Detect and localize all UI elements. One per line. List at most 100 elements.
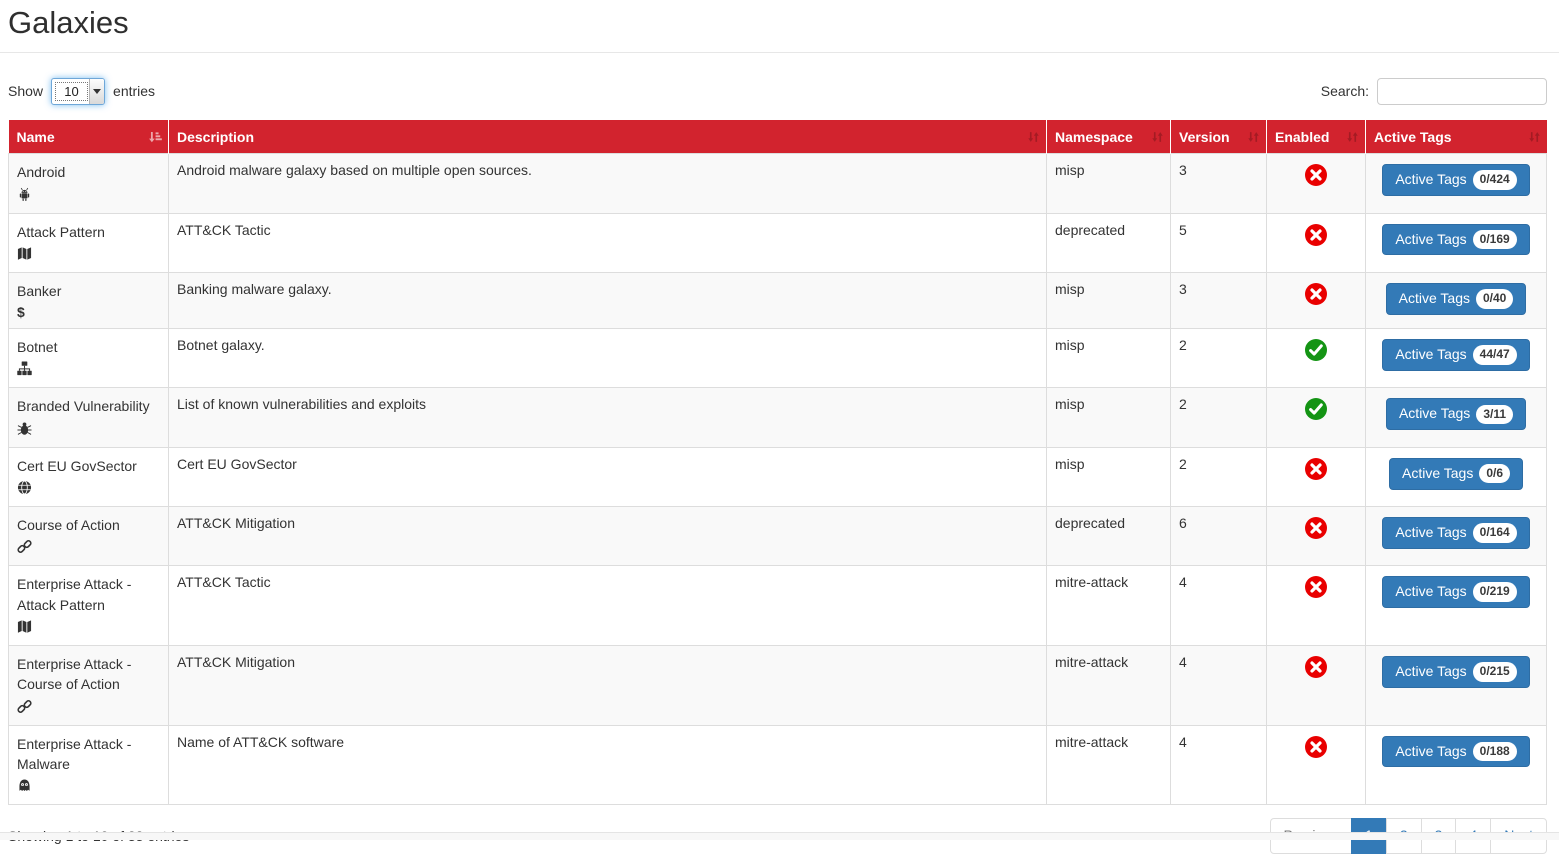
- search-label: Search:: [1321, 83, 1369, 99]
- galaxy-name: Android: [17, 162, 160, 182]
- galaxy-version: 4: [1171, 725, 1267, 805]
- disabled-cross-icon[interactable]: [1305, 164, 1327, 186]
- active-tags-label: Active Tags: [1395, 345, 1466, 365]
- active-tags-label: Active Tags: [1395, 662, 1466, 682]
- galaxy-namespace: misp: [1047, 388, 1171, 447]
- enabled-check-icon[interactable]: [1305, 398, 1327, 420]
- enabled-check-icon[interactable]: [1305, 339, 1327, 361]
- page-title: Galaxies: [8, 4, 1547, 43]
- android-icon: [17, 187, 32, 202]
- active-tags-badge: 0/169: [1473, 230, 1517, 250]
- galaxy-name: Banker: [17, 281, 160, 301]
- galaxy-name: Enterprise Attack - Course of Action: [17, 654, 160, 695]
- galaxy-name: Enterprise Attack - Malware: [17, 734, 160, 775]
- galaxy-description: Android malware galaxy based on multiple…: [169, 154, 1047, 213]
- column-header-enabled[interactable]: Enabled: [1267, 120, 1366, 154]
- galaxy-name: Enterprise Attack - Attack Pattern: [17, 574, 160, 615]
- disabled-cross-icon[interactable]: [1305, 736, 1327, 758]
- sitemap-icon: [17, 361, 32, 376]
- active-tags-button[interactable]: Active Tags 0/169: [1382, 224, 1529, 256]
- galaxy-description: ATT&CK Tactic: [169, 566, 1047, 646]
- disabled-cross-icon[interactable]: [1305, 458, 1327, 480]
- column-header-active-tags[interactable]: Active Tags: [1366, 120, 1547, 154]
- disabled-cross-icon[interactable]: [1305, 517, 1327, 539]
- bug-icon: [17, 421, 32, 436]
- sort-icon: [1151, 130, 1164, 143]
- galaxy-version: 3: [1171, 154, 1267, 213]
- table-row[interactable]: Cert EU GovSector Cert EU GovSector misp…: [9, 447, 1547, 506]
- galaxy-version: 6: [1171, 507, 1267, 566]
- sort-icon: [1346, 130, 1359, 143]
- table-row[interactable]: Banker $ Banking malware galaxy. misp 3 …: [9, 272, 1547, 328]
- table-row[interactable]: Branded Vulnerability List of known vuln…: [9, 388, 1547, 447]
- active-tags-label: Active Tags: [1395, 170, 1466, 190]
- column-header-namespace[interactable]: Namespace: [1047, 120, 1171, 154]
- active-tags-badge: 0/164: [1473, 523, 1517, 543]
- globe-icon: [17, 480, 32, 495]
- active-tags-badge: 0/188: [1473, 742, 1517, 762]
- monster-icon: [17, 778, 32, 793]
- galaxy-namespace: mitre-attack: [1047, 645, 1171, 725]
- map-icon: [17, 246, 32, 261]
- galaxy-namespace: misp: [1047, 329, 1171, 388]
- active-tags-label: Active Tags: [1402, 464, 1473, 484]
- galaxy-name: Attack Pattern: [17, 222, 160, 242]
- active-tags-button[interactable]: Active Tags 0/215: [1382, 656, 1529, 688]
- galaxy-version: 4: [1171, 645, 1267, 725]
- page-length-control: Show 10 entries: [8, 78, 155, 105]
- sort-icon: [1027, 130, 1040, 143]
- active-tags-label: Active Tags: [1395, 742, 1466, 762]
- galaxy-description: ATT&CK Mitigation: [169, 507, 1047, 566]
- active-tags-button[interactable]: Active Tags 0/188: [1382, 736, 1529, 768]
- active-tags-label: Active Tags: [1399, 289, 1470, 309]
- active-tags-badge: 0/424: [1473, 170, 1517, 190]
- active-tags-label: Active Tags: [1395, 523, 1466, 543]
- galaxy-namespace: mitre-attack: [1047, 566, 1171, 646]
- column-header-description[interactable]: Description: [169, 120, 1047, 154]
- column-label: Namespace: [1055, 129, 1133, 145]
- active-tags-button[interactable]: Active Tags 44/47: [1382, 339, 1529, 371]
- table-header-row: NameDescription Namespace Version Enabled Ac…: [9, 120, 1547, 154]
- active-tags-badge: 0/40: [1476, 289, 1513, 309]
- column-label: Active Tags: [1374, 129, 1452, 145]
- active-tags-button[interactable]: Active Tags 0/6: [1389, 458, 1523, 490]
- active-tags-button[interactable]: Active Tags 3/11: [1386, 398, 1526, 430]
- entries-label: entries: [113, 83, 155, 99]
- table-row[interactable]: Botnet Botnet galaxy. misp 2 Active Tags…: [9, 329, 1547, 388]
- table-row[interactable]: Enterprise Attack - Malware Name of ATT&…: [9, 725, 1547, 805]
- active-tags-button[interactable]: Active Tags 0/219: [1382, 576, 1529, 608]
- table-row[interactable]: Android Android malware galaxy based on …: [9, 154, 1547, 213]
- column-label: Version: [1179, 129, 1230, 145]
- disabled-cross-icon[interactable]: [1305, 576, 1327, 598]
- galaxy-namespace: deprecated: [1047, 213, 1171, 272]
- galaxy-description: ATT&CK Tactic: [169, 213, 1047, 272]
- dollar-icon: $: [17, 305, 25, 320]
- disabled-cross-icon[interactable]: [1305, 224, 1327, 246]
- table-row[interactable]: Course of Action ATT&CK Mitigation depre…: [9, 507, 1547, 566]
- table-row[interactable]: Enterprise Attack - Attack Pattern ATT&C…: [9, 566, 1547, 646]
- active-tags-button[interactable]: Active Tags 0/40: [1386, 283, 1527, 315]
- galaxy-description: Botnet galaxy.: [169, 329, 1047, 388]
- column-header-version[interactable]: Version: [1171, 120, 1267, 154]
- page-length-select[interactable]: 10: [51, 78, 105, 105]
- galaxy-namespace: misp: [1047, 272, 1171, 328]
- chevron-down-icon: [89, 79, 104, 104]
- table-row[interactable]: Enterprise Attack - Course of Action ATT…: [9, 645, 1547, 725]
- sort-icon: [1528, 130, 1541, 143]
- galaxy-version: 2: [1171, 329, 1267, 388]
- column-header-name[interactable]: Name: [9, 120, 169, 154]
- show-label: Show: [8, 83, 43, 99]
- table-row[interactable]: Attack Pattern ATT&CK Tactic deprecated …: [9, 213, 1547, 272]
- disabled-cross-icon[interactable]: [1305, 283, 1327, 305]
- link-icon: [17, 539, 32, 554]
- active-tags-button[interactable]: Active Tags 0/164: [1382, 517, 1529, 549]
- galaxy-name: Cert EU GovSector: [17, 456, 160, 476]
- galaxies-table-body: Android Android malware galaxy based on …: [9, 154, 1547, 805]
- search-input[interactable]: [1377, 78, 1547, 105]
- galaxy-namespace: misp: [1047, 447, 1171, 506]
- disabled-cross-icon[interactable]: [1305, 656, 1327, 678]
- table-controls: Show 10 entries Search:: [8, 78, 1547, 105]
- active-tags-button[interactable]: Active Tags 0/424: [1382, 164, 1529, 196]
- sort-ascending-icon: [148, 130, 162, 144]
- search-control: Search:: [1321, 78, 1547, 105]
